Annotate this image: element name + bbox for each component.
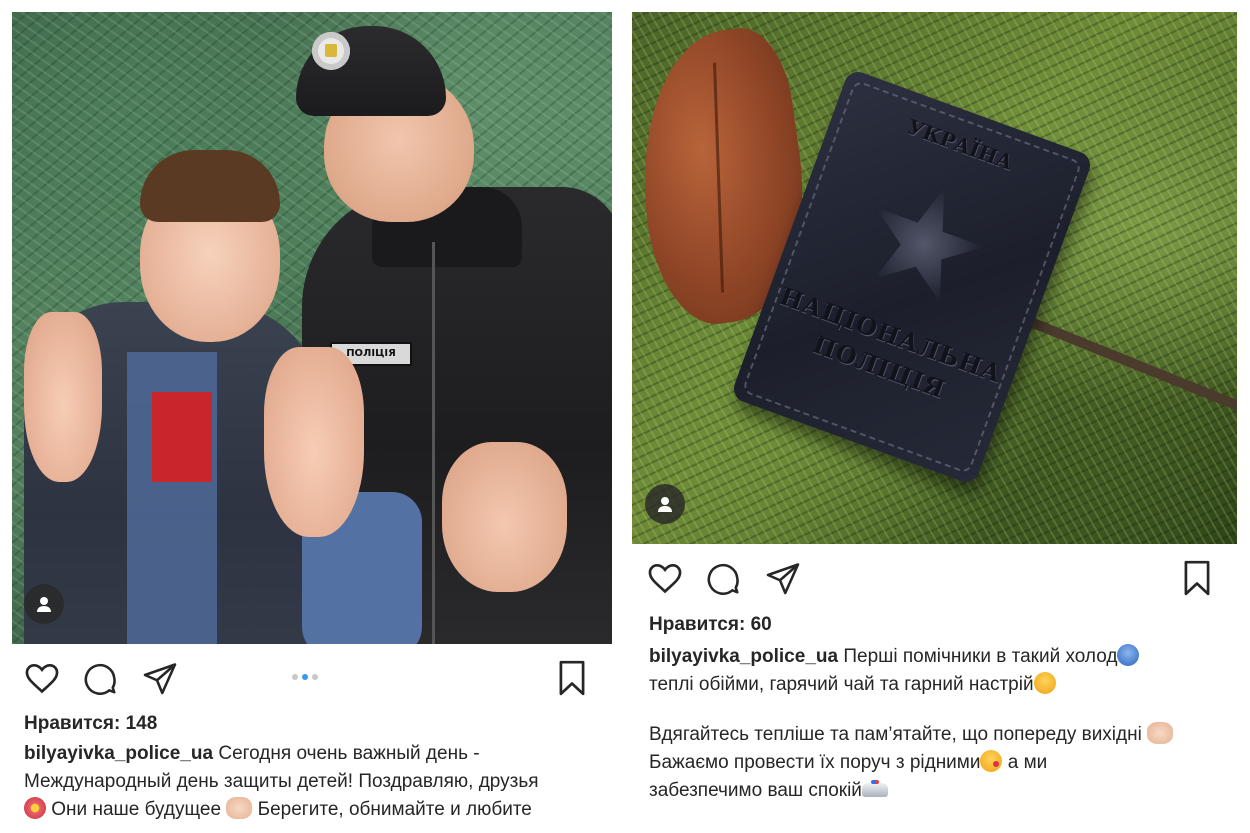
- carousel-indicator: [292, 674, 318, 680]
- comment-button[interactable]: [80, 658, 120, 698]
- action-bar: [22, 658, 592, 698]
- post-photo[interactable]: ПОЛІЦІЯ: [12, 12, 612, 644]
- user-tag-icon[interactable]: [24, 584, 64, 624]
- heart-icon: [25, 663, 59, 694]
- caption-text: Бажаємо провести їх поруч з рідними: [649, 752, 981, 773]
- comment-button[interactable]: [703, 558, 743, 598]
- post-caption: bilyayivka_police_ua Перші помічники в т…: [649, 643, 1234, 805]
- kissing-face-emoji-icon: [980, 750, 1003, 772]
- caption-text: забезпечимо ваш спокій: [649, 780, 862, 801]
- flower-emoji-icon: [24, 797, 46, 819]
- username-link[interactable]: bilyayivka_police_ua: [649, 646, 838, 667]
- carousel-dot: [292, 674, 298, 680]
- caption-text: Сегодня очень важный день -: [218, 743, 480, 764]
- cold-face-emoji-icon: [1117, 644, 1140, 666]
- save-button[interactable]: [1177, 558, 1217, 598]
- share-button[interactable]: [140, 658, 180, 698]
- likes-count[interactable]: Нравится: 148: [24, 713, 157, 735]
- caption-text: Перші помічники в такий холод: [843, 646, 1118, 667]
- caption-text: Они наше будущее: [51, 799, 222, 820]
- caption-text: а ми: [1007, 752, 1048, 773]
- heart-icon: [648, 563, 682, 594]
- bookmark-icon: [1184, 560, 1210, 596]
- likes-count[interactable]: Нравится: 60: [649, 614, 772, 636]
- share-icon: [766, 563, 800, 595]
- boy-thumbs-up-left: [24, 312, 102, 482]
- post-right: УКРАЇНА НАЦІОНАЛЬНА ПОЛІЦІЯ Нравится: 60…: [625, 0, 1250, 833]
- like-button[interactable]: [22, 658, 62, 698]
- share-icon: [143, 663, 177, 695]
- hugging-face-emoji-icon: [1033, 672, 1056, 694]
- username-link[interactable]: bilyayivka_police_ua: [24, 743, 213, 764]
- carousel-dot: [312, 674, 318, 680]
- police-car-emoji-icon: [861, 780, 888, 797]
- caption-text: Берегите, обнимайте и любите: [257, 799, 532, 820]
- raised-hands-emoji-icon: [226, 797, 253, 819]
- like-button[interactable]: [645, 558, 685, 598]
- share-button[interactable]: [763, 558, 803, 598]
- caption-text: Международный день защиты детей! Поздрав…: [24, 771, 539, 792]
- action-bar: [645, 558, 1217, 598]
- post-photo[interactable]: УКРАЇНА НАЦІОНАЛЬНА ПОЛІЦІЯ: [632, 12, 1237, 544]
- post-left: ПОЛІЦІЯ Нравится: 148 bilyayivka_police_…: [0, 0, 625, 833]
- user-tag-icon[interactable]: [645, 484, 685, 524]
- caption-text: теплі обійми, гарячий чай та гарний наст…: [649, 674, 1034, 695]
- boy-thumbs-up-right: [264, 347, 364, 537]
- officer-thumbs-up: [442, 442, 567, 592]
- cap-badge-icon: [312, 32, 350, 70]
- comment-icon: [707, 563, 739, 595]
- comment-icon: [84, 663, 116, 695]
- bookmark-icon: [559, 660, 585, 696]
- caption-text: Вдягайтесь тепліше та пам’ятайте, що поп…: [649, 724, 1142, 745]
- raised-hands-emoji-icon: [1147, 722, 1174, 744]
- post-caption: bilyayivka_police_ua Сегодня очень важны…: [24, 740, 609, 824]
- save-button[interactable]: [552, 658, 592, 698]
- carousel-dot-active: [302, 674, 308, 680]
- caption-paragraph: Вдягайтесь тепліше та пам’ятайте, що поп…: [649, 721, 1234, 805]
